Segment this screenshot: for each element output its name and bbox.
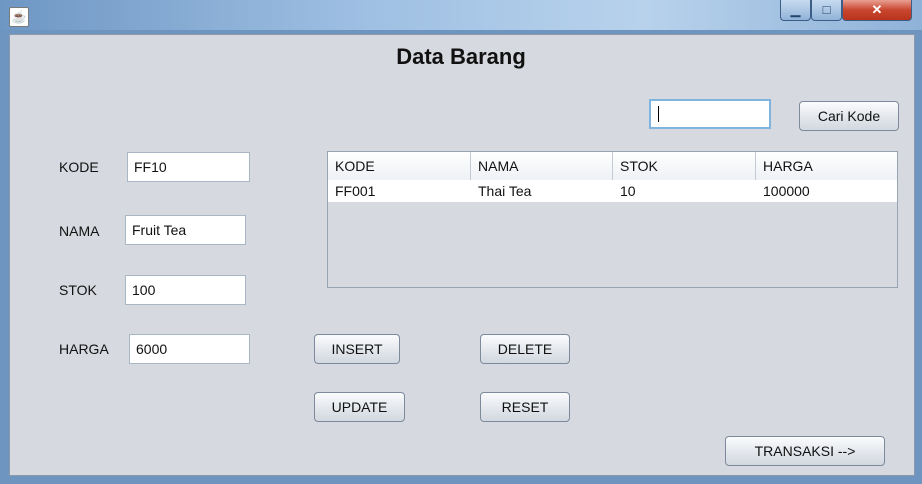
kode-label: KODE [59,159,99,175]
cell-stok: 10 [620,183,636,199]
nama-field[interactable]: Fruit Tea [125,215,246,245]
java-icon: ☕ [9,7,29,27]
transaksi-button[interactable]: TRANSAKSI --> [725,436,885,466]
update-button[interactable]: UPDATE [314,392,405,422]
table-header: KODE NAMA STOK HARGA [328,152,897,181]
reset-button[interactable]: RESET [480,392,570,422]
maximize-button[interactable]: □ [811,0,842,21]
cell-nama: Thai Tea [478,183,532,199]
table-row[interactable]: FF001 Thai Tea 10 100000 [328,180,897,202]
kode-field[interactable]: FF10 [127,152,250,182]
minimize-button[interactable]: ▁ [780,0,811,21]
stok-field[interactable]: 100 [125,275,246,305]
stok-label: STOK [59,282,97,298]
harga-label: HARGA [59,341,109,357]
cell-kode: FF001 [335,183,376,199]
title-bar[interactable]: ☕ ▁ □ ✕ [0,0,922,30]
harga-field[interactable]: 6000 [129,334,250,364]
delete-button[interactable]: DELETE [480,334,570,364]
column-header-harga[interactable]: HARGA [756,152,897,180]
app-window: ☕ ▁ □ ✕ Data Barang Cari Kode KODE FF10 … [0,0,922,484]
column-header-kode[interactable]: KODE [328,152,471,180]
insert-button[interactable]: INSERT [314,334,400,364]
search-button[interactable]: Cari Kode [799,101,899,131]
close-button[interactable]: ✕ [842,0,912,21]
search-input[interactable] [649,99,771,129]
column-header-nama[interactable]: NAMA [471,152,613,180]
cell-harga: 100000 [763,183,810,199]
column-header-stok[interactable]: STOK [613,152,756,180]
page-title: Data Barang [396,44,526,69]
text-caret [658,106,659,122]
nama-label: NAMA [59,223,100,239]
data-table[interactable]: KODE NAMA STOK HARGA FF001 Thai Tea 10 1… [327,151,898,288]
